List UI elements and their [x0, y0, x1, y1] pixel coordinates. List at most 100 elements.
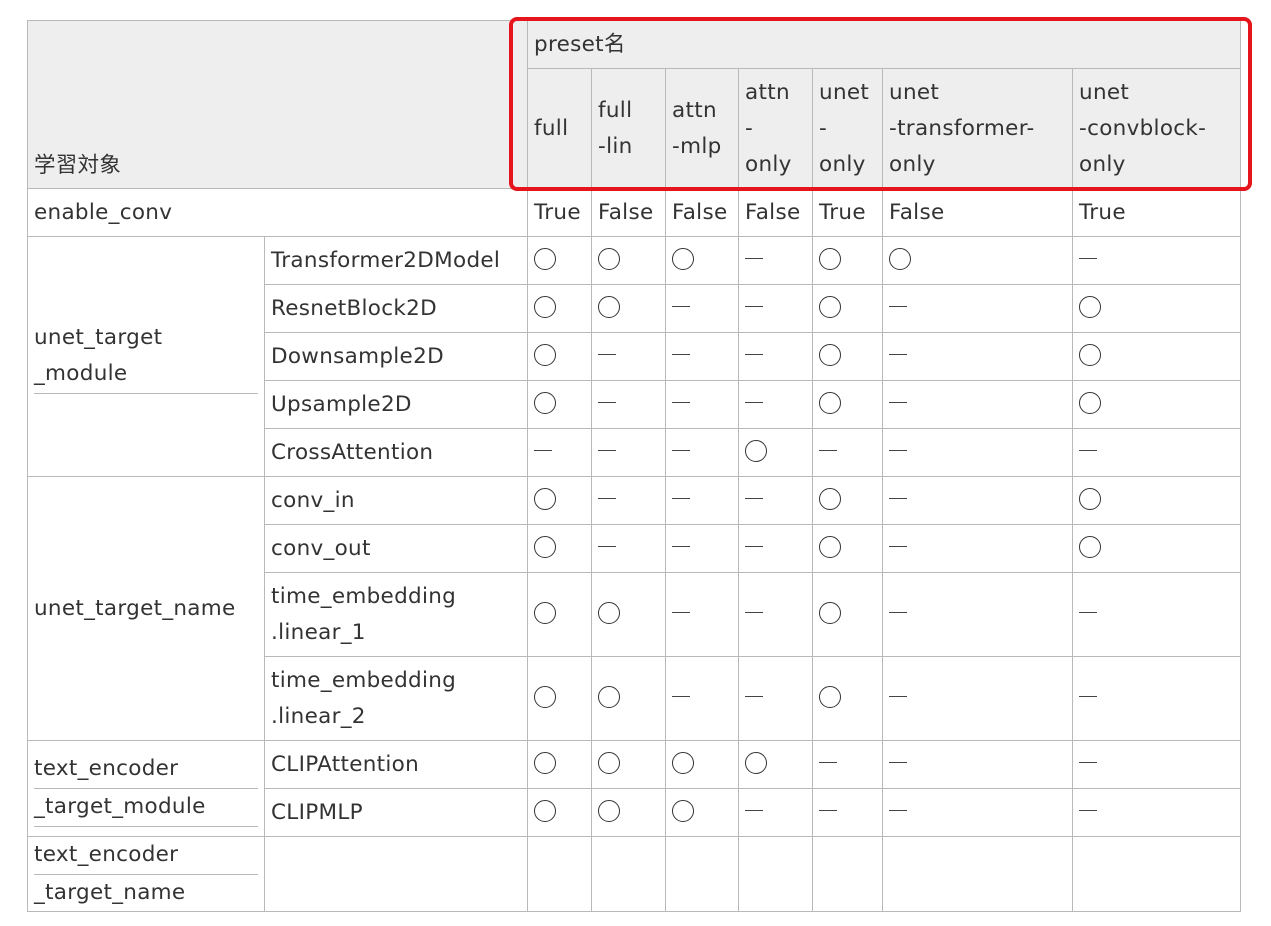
excluded-dash-mark	[745, 305, 764, 308]
included-circle-mark	[598, 295, 621, 318]
group-label-link[interactable]: text_encoder	[34, 838, 258, 875]
enable-conv-value: False	[882, 188, 1074, 237]
excluded-dash-mark	[598, 449, 617, 452]
preset-cell	[812, 572, 884, 657]
excluded-dash-mark	[745, 401, 764, 404]
group-label-link[interactable]: _target_module	[34, 789, 258, 827]
preset-cell	[665, 656, 740, 741]
preset-cell	[882, 236, 1074, 285]
preset-cell	[738, 836, 814, 912]
excluded-dash-mark	[672, 611, 691, 614]
preset-cell	[665, 332, 740, 381]
preset-cell	[738, 524, 814, 573]
enable-conv-value: False	[738, 188, 814, 237]
group-label: text_encoder _target_module	[27, 740, 265, 837]
preset-cell	[1072, 656, 1242, 741]
preset-label-line: unet	[889, 79, 940, 105]
included-circle-mark	[819, 391, 842, 414]
preset-cell	[527, 740, 593, 789]
excluded-dash-mark	[1079, 449, 1098, 452]
included-circle-mark	[1079, 535, 1102, 558]
preset-cell	[527, 476, 593, 525]
target-name	[263, 836, 529, 912]
preset-label-line: only	[819, 151, 866, 177]
excluded-dash-mark	[745, 353, 764, 356]
preset-cell	[665, 236, 740, 285]
preset-cell	[527, 428, 593, 477]
preset-label-line: -mlp	[672, 133, 722, 159]
target-name: time_embedding .linear_1	[263, 572, 529, 657]
table-body: enable_conv True False False False True …	[26, 188, 1242, 912]
group-label: unet_target_name	[27, 476, 265, 741]
preset-label-line: unet	[1079, 79, 1130, 105]
excluded-dash-mark	[819, 809, 838, 812]
included-circle-mark	[819, 535, 842, 558]
group-label-line: unet_target_name	[34, 595, 236, 621]
target-name-line: time_embedding	[271, 667, 457, 693]
included-circle-mark	[889, 247, 912, 270]
excluded-dash-mark	[889, 695, 908, 698]
preset-label-line: full	[534, 115, 569, 141]
training-target-label: 学習対象	[34, 153, 122, 178]
preset-label-line: only	[745, 151, 792, 177]
excluded-dash-mark	[889, 353, 908, 356]
preset-label-line: only	[889, 151, 936, 177]
preset-cell	[527, 572, 593, 657]
preset-cell	[812, 836, 884, 912]
excluded-dash-mark	[1079, 695, 1098, 698]
included-circle-mark	[672, 799, 695, 822]
preset-cell	[812, 476, 884, 525]
target-name-line: ResnetBlock2D	[271, 295, 437, 321]
excluded-dash-mark	[1079, 257, 1098, 260]
preset-cell	[882, 284, 1074, 333]
group-label-link[interactable]: _module	[34, 356, 258, 394]
group-label-link[interactable]: text_encoder	[34, 751, 258, 789]
included-circle-mark	[745, 751, 768, 774]
preset-cell	[738, 284, 814, 333]
preset-label-line: -convblock-	[1079, 115, 1207, 141]
included-circle-mark	[534, 535, 557, 558]
preset-cell	[738, 428, 814, 477]
excluded-dash-mark	[889, 761, 908, 764]
included-circle-mark	[819, 343, 842, 366]
preset-cell	[665, 428, 740, 477]
preset-cell	[591, 524, 667, 573]
included-circle-mark	[534, 799, 557, 822]
excluded-dash-mark	[672, 305, 691, 308]
preset-cell	[1072, 788, 1242, 837]
preset-label-line: attn	[745, 79, 790, 105]
preset-label-line: -transformer-	[889, 115, 1035, 141]
preset-column-unet-transformer-only: unet -transformer-only	[882, 68, 1074, 189]
preset-cell	[591, 284, 667, 333]
preset-cell	[665, 740, 740, 789]
excluded-dash-mark	[672, 497, 691, 500]
preset-cell	[591, 788, 667, 837]
excluded-dash-mark	[672, 545, 691, 548]
preset-cell	[527, 836, 593, 912]
preset-cell	[665, 476, 740, 525]
preset-cell	[1072, 380, 1242, 429]
excluded-dash-mark	[819, 449, 838, 452]
included-circle-mark	[598, 601, 621, 624]
included-circle-mark	[672, 751, 695, 774]
preset-cell	[1072, 236, 1242, 285]
group-label: unet_target _module	[27, 236, 265, 477]
target-name: time_embedding .linear_2	[263, 656, 529, 741]
target-name-line: conv_in	[271, 487, 355, 513]
included-circle-mark	[1079, 343, 1102, 366]
enable-conv-row: enable_conv True False False False True …	[26, 188, 1242, 237]
preset-column-attn-only: attn - only	[738, 68, 814, 189]
group-label-line: unet_target	[34, 324, 163, 350]
target-name: conv_out	[263, 524, 529, 573]
included-circle-mark	[745, 439, 768, 462]
preset-cell	[527, 656, 593, 741]
included-circle-mark	[1079, 391, 1102, 414]
preset-cell	[527, 524, 593, 573]
preset-column-full: full	[527, 68, 593, 189]
preset-name-label: preset名	[534, 31, 626, 57]
enable-conv-value: True	[812, 188, 884, 237]
preset-label-line: -	[745, 115, 754, 141]
preset-cell	[882, 572, 1074, 657]
included-circle-mark	[534, 247, 557, 270]
preset-cell	[882, 656, 1074, 741]
